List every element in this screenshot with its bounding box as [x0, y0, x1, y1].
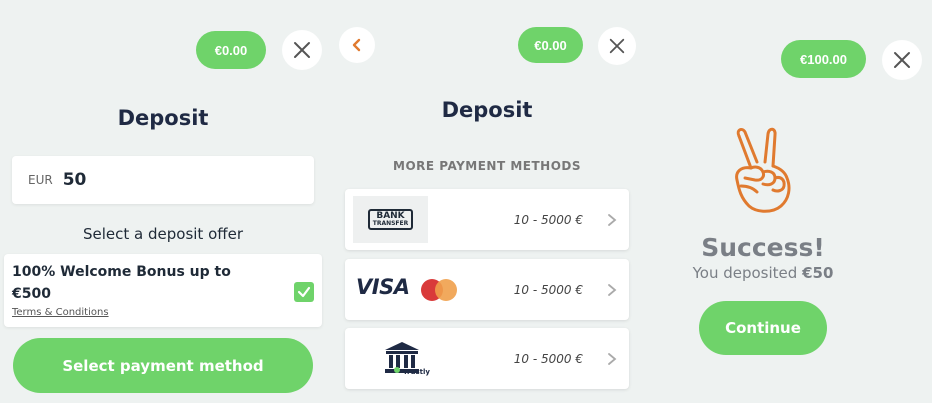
balance-badge: €100.00 [781, 40, 866, 78]
method-range: 10 - 5000 € [513, 212, 583, 227]
payment-method-trustly[interactable]: Trustly 10 - 5000 € [345, 328, 629, 389]
close-button[interactable] [598, 27, 636, 65]
success-title: Success! [701, 233, 825, 262]
back-arrow-icon [352, 38, 361, 52]
peace-hand-icon [735, 127, 791, 213]
deposit-confirmation: You deposited €50 [663, 264, 863, 282]
amount-field[interactable]: EUR 50 [12, 156, 314, 204]
checkbox-checked-icon [297, 286, 311, 298]
offer-checkbox[interactable] [294, 282, 314, 302]
mastercard-logo [421, 279, 457, 301]
offer-heading: Select a deposit offer [83, 225, 243, 243]
balance-badge: €0.00 [196, 31, 266, 69]
deposited-prefix: You deposited [692, 264, 798, 282]
offer-title-line1: 100% Welcome Bonus up to [12, 264, 231, 280]
close-icon [294, 42, 310, 58]
continue-button[interactable]: Continue [699, 301, 827, 355]
deposited-amount: €50 [802, 264, 834, 282]
chevron-right-icon [608, 283, 617, 296]
select-payment-method-button[interactable]: Select payment method [13, 338, 313, 393]
page-title: Deposit [117, 106, 209, 130]
close-button[interactable] [282, 30, 322, 70]
section-heading: MORE PAYMENT METHODS [393, 159, 581, 173]
bank-transfer-logo-line2: TRANSFER [372, 220, 409, 227]
back-button[interactable] [339, 27, 375, 63]
close-icon [894, 52, 910, 68]
offer-card[interactable]: 100% Welcome Bonus up to €500 Terms & Co… [4, 254, 322, 327]
terms-link[interactable]: Terms & Conditions [12, 307, 109, 318]
trustly-logo: Trustly [383, 340, 455, 380]
close-button[interactable] [882, 40, 922, 80]
balance-badge: €0.00 [518, 27, 583, 63]
amount-value[interactable]: 50 [63, 170, 87, 190]
method-range: 10 - 5000 € [513, 282, 583, 297]
bank-transfer-logo: BANK TRANSFER [353, 196, 428, 243]
currency-label: EUR [28, 173, 53, 187]
close-icon [609, 38, 625, 54]
chevron-right-icon [608, 352, 617, 365]
visa-logo: VISA [356, 275, 410, 299]
method-range: 10 - 5000 € [513, 351, 583, 366]
offer-title-line2: €500 [12, 286, 51, 302]
payment-method-visa[interactable]: VISA 10 - 5000 € [345, 259, 629, 320]
chevron-right-icon [608, 213, 617, 226]
page-title: Deposit [441, 98, 533, 122]
trustly-logo-text: Trustly [403, 368, 430, 376]
payment-method-bank-transfer[interactable]: BANK TRANSFER 10 - 5000 € [345, 189, 629, 250]
